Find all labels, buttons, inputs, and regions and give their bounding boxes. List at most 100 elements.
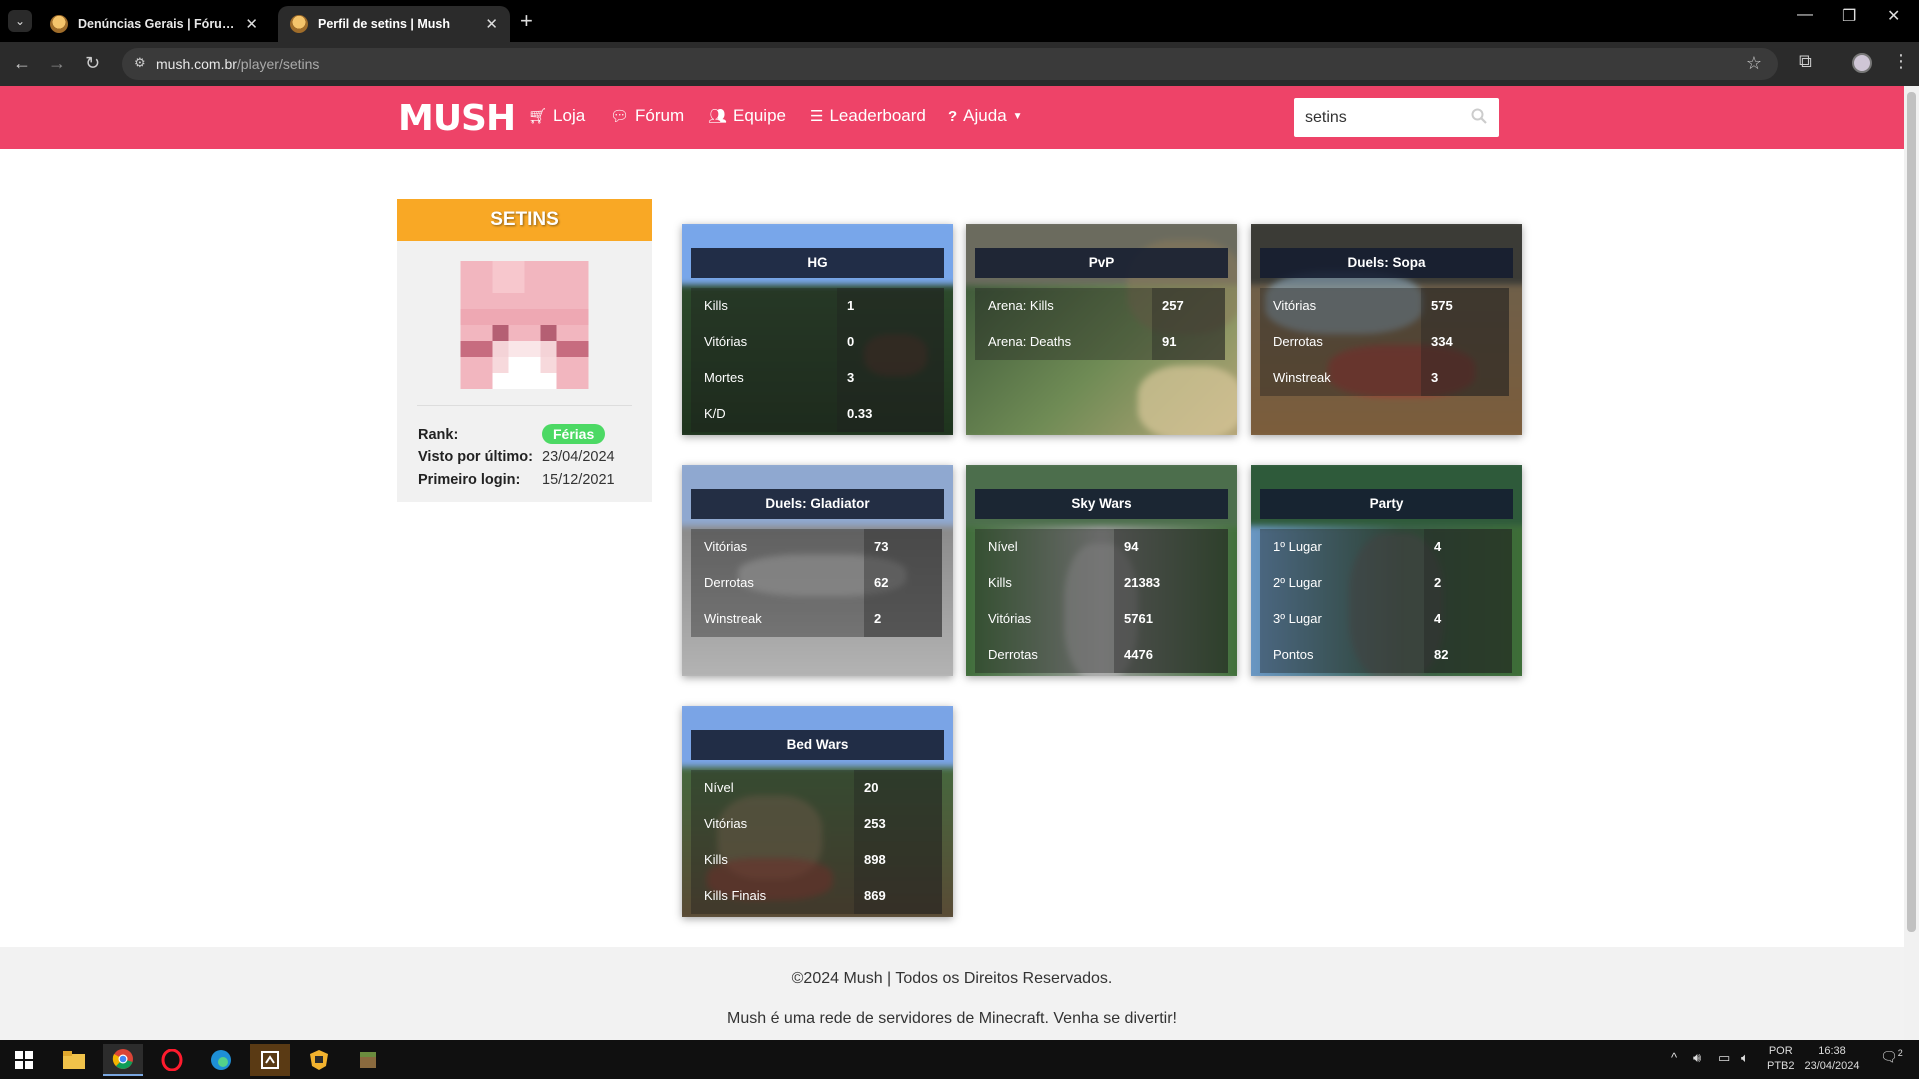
file-explorer-icon[interactable] [54, 1044, 94, 1076]
stat-value: 20 [854, 770, 942, 806]
stat-value: 73 [864, 529, 942, 565]
card-title: HG [691, 248, 944, 278]
last-seen-row: Visto por último: 23/04/2024 [418, 449, 615, 465]
menu-icon[interactable]: ⋮ [1892, 51, 1910, 72]
stat-row: Derrotas 4476 [975, 637, 1228, 673]
tab-search-button[interactable]: ⌄ [8, 10, 32, 32]
stat-value: 82 [1424, 637, 1512, 673]
close-icon[interactable]: ✕ [245, 15, 258, 33]
notification-center-icon[interactable]: 🗨︎2 [1880, 1048, 1903, 1066]
stat-value: 253 [854, 806, 942, 842]
stat-rows: Vitórias 73 Derrotas 62 Winstreak 2 [691, 529, 944, 637]
nav-ajuda[interactable]: ? Ajuda ▼ [948, 106, 1023, 126]
stat-row: Arena: Deaths 91 [975, 324, 1228, 360]
input-language[interactable]: POR PTB2 [1767, 1044, 1795, 1074]
stat-row: 2º Lugar 2 [1260, 565, 1513, 601]
stat-card-bed-wars: Bed Wars Nível 20 Vitórias 253 Kills 898 Ki… [682, 706, 953, 917]
shield-app-icon[interactable] [299, 1044, 339, 1076]
speaker-icon[interactable]: 🔈︎ [1741, 1050, 1749, 1066]
mush-logo[interactable]: MUSH [398, 98, 516, 139]
app-icon[interactable] [250, 1044, 290, 1076]
browser-tab-active[interactable]: Perfil de setins | Mush ✕ [278, 6, 510, 42]
url-text[interactable]: mush.com.br/player/setins [156, 56, 319, 72]
comments-icon: 💬︎ [610, 108, 630, 125]
stat-value: 869 [854, 878, 942, 914]
stat-value: 5761 [1114, 601, 1228, 637]
search-icon[interactable] [1471, 108, 1487, 124]
question-icon: ? [948, 107, 958, 125]
stat-row: Pontos 82 [1260, 637, 1513, 673]
stat-label: Kills [691, 288, 837, 324]
stat-rows: Vitórias 575 Derrotas 334 Winstreak 3 [1260, 288, 1513, 396]
card-title: Sky Wars [975, 489, 1228, 519]
address-bar[interactable]: ⚙ mush.com.br/player/setins ☆ [122, 48, 1778, 80]
player-skin-avatar [460, 261, 589, 389]
stat-rows: Kills 1 Vitórias 0 Mortes 3 K/D 0.33 [691, 288, 944, 432]
nav-leaderboard[interactable]: ☰ Leaderboard [810, 106, 926, 126]
first-login-value: 15/12/2021 [542, 472, 615, 488]
minecraft-icon[interactable] [348, 1044, 388, 1076]
clock-time: 16:38 [1818, 1045, 1846, 1057]
nav-loja[interactable]: 🛒︎ Loja [528, 106, 585, 126]
new-tab-button[interactable]: + [520, 8, 533, 34]
card-title: Bed Wars [691, 730, 944, 760]
nav-label: Leaderboard [829, 106, 926, 125]
stat-row: Vitórias 5761 [975, 601, 1228, 637]
chrome-icon[interactable] [103, 1044, 143, 1076]
close-icon[interactable]: ✕ [485, 15, 498, 33]
stat-rows: Arena: Kills 257 Arena: Deaths 91 [975, 288, 1228, 360]
tray-chevron-icon[interactable]: ^ [1671, 1050, 1677, 1065]
stat-row: Derrotas 334 [1260, 324, 1513, 360]
stat-row: Vitórias 253 [691, 806, 944, 842]
close-window-button[interactable]: ✕ [1887, 6, 1900, 26]
search-input[interactable] [1294, 98, 1464, 137]
stat-label: Winstreak [691, 601, 864, 637]
stat-value: 575 [1421, 288, 1509, 324]
network-icon[interactable]: ▭ [1718, 1050, 1730, 1066]
site-navbar: MUSH 🛒︎ Loja 💬︎ Fórum 👥︎ Equipe ☰ Leader… [0, 86, 1904, 149]
minimize-button[interactable]: — [1797, 6, 1813, 24]
back-arrow-icon[interactable]: ← [13, 53, 31, 74]
stat-label: Nível [975, 529, 1114, 565]
cart-icon: 🛒︎ [528, 108, 548, 125]
stat-rows: Nível 94 Kills 21383 Vitórias 5761 Derrotas… [975, 529, 1228, 673]
nav-label: Loja [553, 106, 586, 125]
stat-value: 62 [864, 565, 942, 601]
forward-arrow-icon[interactable]: → [48, 53, 66, 74]
restore-button[interactable]: ❐ [1842, 6, 1856, 26]
stat-row: Kills 898 [691, 842, 944, 878]
windows-start-icon[interactable] [4, 1044, 44, 1076]
stat-value: 1 [837, 288, 944, 324]
edge-icon[interactable] [201, 1044, 241, 1076]
bookmark-star-icon[interactable]: ☆ [1746, 53, 1762, 74]
rank-badge: Férias [542, 424, 606, 444]
site-info-icon[interactable]: ⚙ [134, 55, 146, 71]
nav-equipe[interactable]: 👥︎ Equipe [708, 106, 786, 126]
first-login-row: Primeiro login: 15/12/2021 [418, 472, 615, 488]
site-footer: ©2024 Mush | Todos os Direitos Reservado… [0, 947, 1904, 1040]
browser-tab[interactable]: Denúncias Gerais | Fórum Mush ✕ [38, 6, 270, 42]
stat-row: 3º Lugar 4 [1260, 601, 1513, 637]
stat-row: 1º Lugar 4 [1260, 529, 1513, 565]
mush-favicon-icon [50, 15, 68, 33]
stat-card-duels-gladiator: Duels: Gladiator Vitórias 73 Derrotas 62 W… [682, 465, 953, 676]
volume-icon[interactable]: 🔊︎ [1693, 1050, 1701, 1066]
extensions-icon[interactable]: ⧉ [1799, 51, 1812, 72]
stat-label: 1º Lugar [1260, 529, 1424, 565]
keyboard-layout: PTB2 [1767, 1060, 1795, 1072]
tab-title: Perfil de setins | Mush [318, 17, 451, 31]
stat-label: Kills [975, 565, 1114, 601]
stat-card-pvp: PvP Arena: Kills 257 Arena: Deaths 91 [966, 224, 1237, 435]
stat-value: 0.33 [837, 396, 944, 432]
nav-forum[interactable]: 💬︎ Fórum [610, 106, 684, 126]
stat-card-party: Party 1º Lugar 4 2º Lugar 2 3º Lugar 4 Pont… [1251, 465, 1522, 676]
opera-icon[interactable] [152, 1044, 192, 1076]
clock[interactable]: 16:38 23/04/2024 [1802, 1044, 1862, 1074]
scrollbar-thumb[interactable] [1907, 92, 1916, 932]
stat-row: Vitórias 73 [691, 529, 944, 565]
reload-icon[interactable]: ↻ [85, 53, 100, 74]
first-login-label: Primeiro login: [418, 472, 521, 488]
profile-avatar[interactable] [1852, 53, 1872, 73]
page-scrollbar[interactable] [1904, 86, 1919, 1040]
list-icon: ☰ [810, 108, 824, 125]
